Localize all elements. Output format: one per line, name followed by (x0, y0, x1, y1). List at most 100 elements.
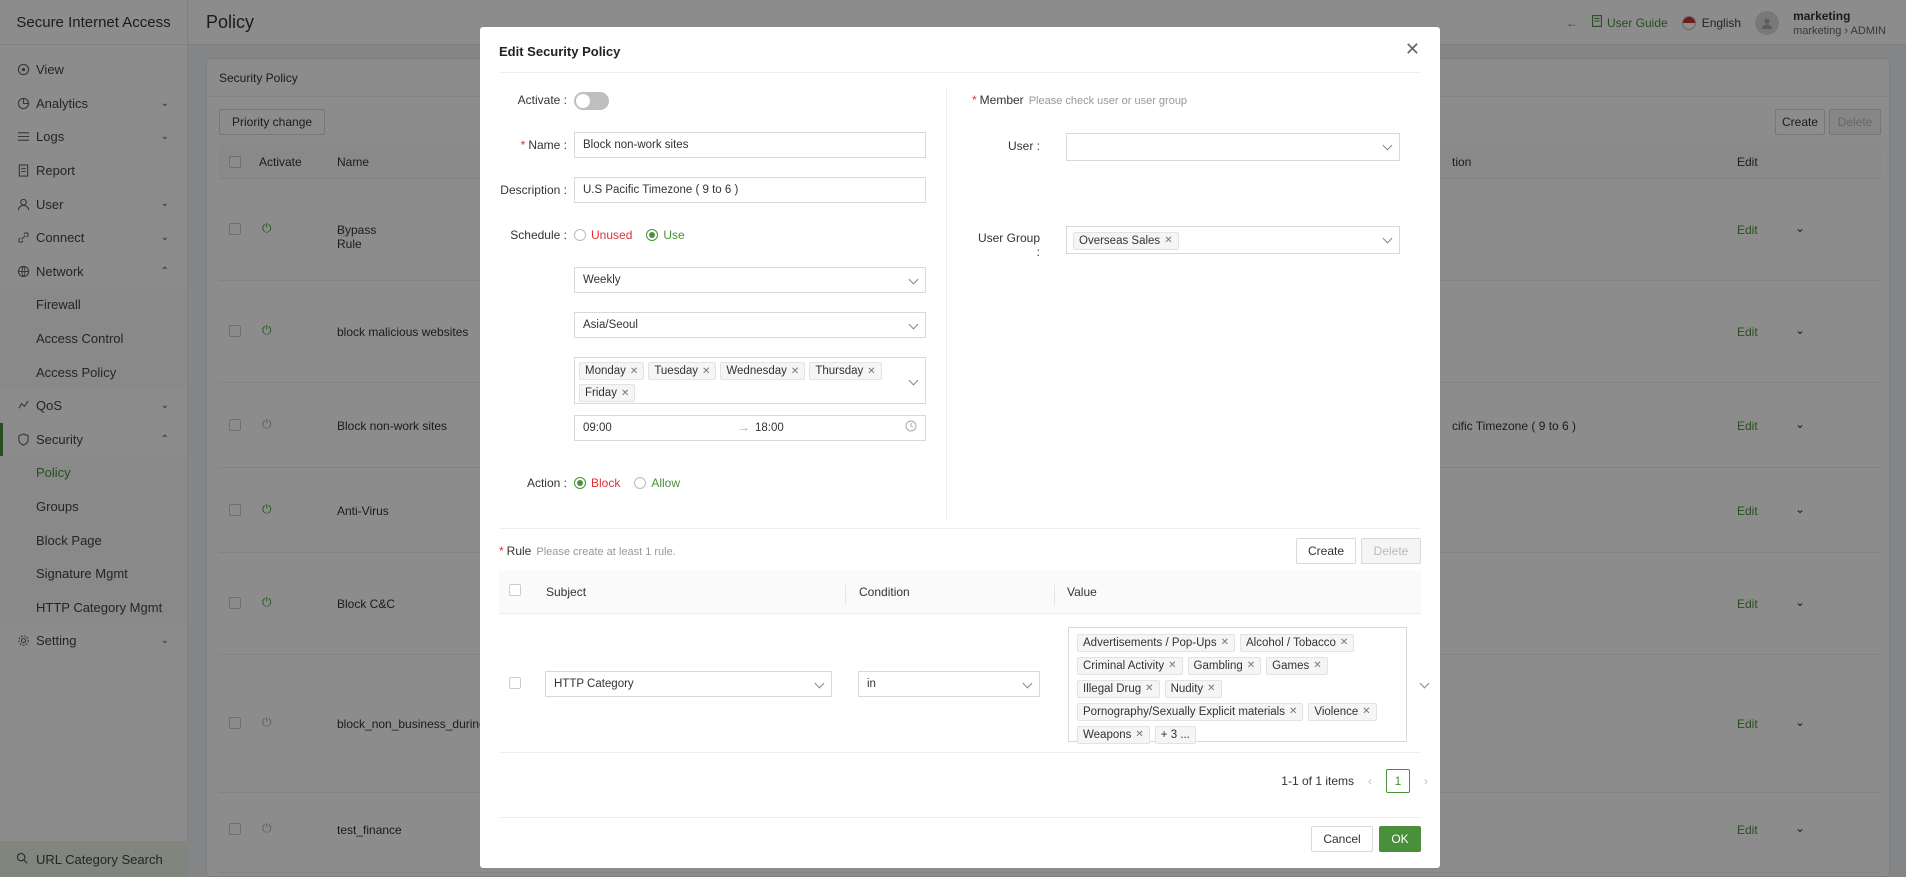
tag-label: Games (1272, 659, 1310, 672)
rule-table-header: Subject Condition Value (499, 570, 1421, 614)
tag-label: Pornography/Sexually Explicit materials (1083, 705, 1285, 718)
day-tag: Monday ✕ (579, 362, 645, 380)
condition-select[interactable]: in (858, 671, 1040, 697)
category-tag: Pornography/Sexually Explicit materials ✕ (1077, 702, 1304, 721)
more-tags-indicator[interactable]: + 3 ... (1154, 725, 1196, 744)
edit-security-policy-modal: Edit Security Policy ✕ Activate : * Name … (480, 27, 1440, 868)
category-tag: Games ✕ (1266, 656, 1328, 675)
rule-row-checkbox[interactable] (509, 677, 521, 689)
remove-tag-icon[interactable]: ✕ (621, 388, 629, 399)
time-range-picker[interactable]: 09:00 → 18:00 (574, 415, 926, 441)
divider (499, 72, 1421, 73)
user-group-label: User Group : (977, 231, 1040, 259)
radio-label: Allow (651, 476, 681, 490)
remove-tag-icon[interactable]: ✕ (1313, 660, 1321, 671)
remove-tag-icon[interactable]: ✕ (867, 366, 875, 377)
select-all-rules-checkbox[interactable] (509, 584, 521, 596)
tag-label: Advertisements / Pop-Ups (1083, 636, 1217, 649)
remove-tag-icon[interactable]: ✕ (1145, 683, 1153, 694)
tag-label: Tuesday (654, 365, 698, 377)
user-group-tag: Overseas Sales ✕ (1073, 232, 1179, 250)
day-tag: Thursday ✕ (809, 362, 882, 380)
time-start[interactable]: 09:00 (583, 422, 612, 434)
day-tag: Tuesday ✕ (648, 362, 717, 380)
radio-label: Use (663, 228, 685, 242)
action-label-text: Action (526, 476, 561, 490)
cancel-button[interactable]: Cancel (1311, 826, 1373, 852)
user-label-text-wrap: User : (1007, 139, 1040, 153)
radio-dot (574, 477, 586, 489)
tag-label: Overseas Sales (1079, 235, 1161, 247)
description-input[interactable] (574, 177, 926, 203)
rule-delete-button[interactable]: Delete (1361, 538, 1421, 564)
user-select[interactable] (1066, 133, 1400, 161)
column-subject: Subject (546, 585, 587, 599)
user-label-text: User (1007, 139, 1034, 153)
remove-tag-icon[interactable]: ✕ (1135, 729, 1143, 740)
action-label: Action : (526, 476, 567, 490)
tag-label: Illegal Drug (1083, 682, 1142, 695)
remove-tag-icon[interactable]: ✕ (1362, 706, 1370, 717)
user-group-label-text: User Group (977, 231, 1040, 245)
remove-tag-icon[interactable]: ✕ (630, 366, 638, 377)
remove-tag-icon[interactable]: ✕ (1164, 229, 1172, 253)
category-tag: Advertisements / Pop-Ups ✕ (1077, 633, 1235, 652)
days-multiselect[interactable]: Monday ✕ Tuesday ✕ Wednesday ✕ Thursday ✕ Fr… (574, 357, 926, 404)
remove-tag-icon[interactable]: ✕ (1207, 683, 1215, 694)
rule-create-button[interactable]: Create (1296, 538, 1356, 564)
remove-tag-icon[interactable]: ✕ (702, 366, 710, 377)
chevron-down-icon (1022, 678, 1033, 689)
select-value: Asia/Seoul (583, 319, 638, 331)
chevron-left-icon[interactable]: ‹ (1368, 774, 1372, 788)
action-allow-radio[interactable]: Allow (634, 476, 680, 490)
column-separator (845, 585, 846, 605)
rule-row[interactable]: HTTP Category in Advertisements / Pop-Up… (499, 614, 1430, 753)
close-icon[interactable]: ✕ (1405, 39, 1420, 60)
pagination: 1-1 of 1 items ‹ 1 › (1281, 769, 1428, 793)
divider (499, 528, 1421, 529)
chevron-down-icon (814, 678, 825, 689)
radio-dot (574, 229, 586, 241)
value-multiselect[interactable]: Advertisements / Pop-Ups ✕ Alcohol / Toba… (1068, 627, 1430, 744)
remove-tag-icon[interactable]: ✕ (1340, 637, 1348, 648)
category-tag: Alcohol / Tobacco ✕ (1239, 633, 1355, 652)
action-block-radio[interactable]: Block (574, 476, 620, 490)
timezone-select[interactable]: Asia/Seoul (574, 312, 926, 338)
schedule-radio-group: Unused Use (574, 228, 685, 242)
page-number[interactable]: 1 (1386, 769, 1410, 793)
schedule-frequency-select[interactable]: Weekly (574, 267, 926, 293)
ok-button[interactable]: OK (1379, 826, 1421, 852)
chevron-right-icon[interactable]: › (1424, 774, 1428, 788)
schedule-use-radio[interactable]: Use (646, 228, 685, 242)
remove-tag-icon[interactable]: ✕ (1168, 660, 1176, 671)
tag-label: Criminal Activity (1083, 659, 1165, 672)
required-marker: * (499, 544, 504, 558)
pagination-summary: 1-1 of 1 items (1281, 774, 1354, 788)
activate-label: Activate : (517, 93, 567, 107)
required-marker: * (972, 93, 977, 107)
remove-tag-icon[interactable]: ✕ (1221, 637, 1229, 648)
time-end[interactable]: 18:00 (755, 422, 784, 434)
chevron-down-icon (1382, 140, 1393, 151)
rule-hint: Please create at least 1 rule. (536, 546, 676, 558)
tag-label: Alcohol / Tobacco (1245, 636, 1336, 649)
remove-tag-icon[interactable]: ✕ (1247, 660, 1255, 671)
subject-select[interactable]: HTTP Category (545, 671, 832, 697)
tag-label: Wednesday (726, 365, 787, 377)
column-value: Value (1067, 585, 1097, 599)
remove-tag-icon[interactable]: ✕ (1289, 706, 1297, 717)
tag-label: Gambling (1193, 659, 1243, 672)
toggle-knob (576, 94, 590, 108)
radio-label: Block (591, 476, 621, 490)
member-header: * Member Please check user or user group (972, 93, 1187, 107)
name-input[interactable] (574, 132, 926, 158)
user-group-select[interactable]: Overseas Sales ✕ (1066, 226, 1400, 254)
description-label-text: Description (500, 183, 561, 197)
remove-tag-icon[interactable]: ✕ (791, 366, 799, 377)
modal-title: Edit Security Policy (499, 44, 621, 59)
schedule-label-text: Schedule (510, 228, 561, 242)
activate-toggle[interactable] (574, 92, 609, 110)
divider (946, 87, 947, 521)
schedule-unused-radio[interactable]: Unused (574, 228, 632, 242)
name-label-text: Name (528, 138, 561, 152)
